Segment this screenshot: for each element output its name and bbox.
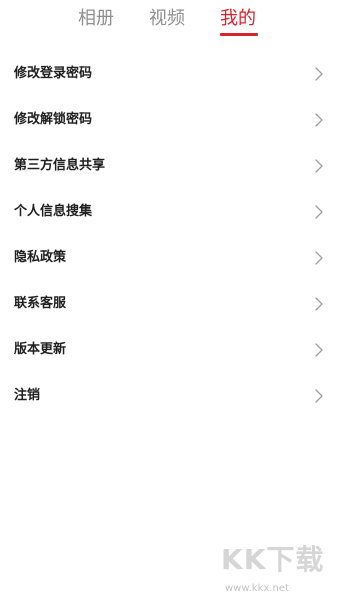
menu-item-personal-info-collection[interactable]: 个人信息搜集 bbox=[0, 189, 337, 235]
settings-menu-list: 修改登录密码 修改解锁密码 第三方信息共享 个人信息搜集 隐私政策 联系客服 版… bbox=[0, 51, 337, 419]
menu-item-label: 第三方信息共享 bbox=[14, 158, 106, 173]
chevron-right-icon bbox=[315, 389, 323, 403]
watermark: KK下载 www.kkx.net bbox=[221, 541, 337, 600]
menu-item-third-party-sharing[interactable]: 第三方信息共享 bbox=[0, 143, 337, 189]
chevron-right-icon bbox=[315, 159, 323, 173]
tab-video[interactable]: 视频 bbox=[149, 6, 185, 32]
menu-item-version-update[interactable]: 版本更新 bbox=[0, 327, 337, 373]
chevron-right-icon bbox=[315, 343, 323, 357]
menu-item-label: 个人信息搜集 bbox=[14, 204, 93, 219]
top-tab-bar: 相册 视频 我的 bbox=[0, 0, 337, 40]
menu-item-change-unlock-password[interactable]: 修改解锁密码 bbox=[0, 97, 337, 143]
tab-album[interactable]: 相册 bbox=[78, 6, 114, 32]
menu-item-label: 修改登录密码 bbox=[14, 66, 93, 81]
watermark-url: www.kkx.net bbox=[225, 583, 289, 594]
menu-item-label: 联系客服 bbox=[14, 296, 67, 311]
chevron-right-icon bbox=[315, 251, 323, 265]
menu-item-change-login-password[interactable]: 修改登录密码 bbox=[0, 51, 337, 97]
menu-item-deregister[interactable]: 注销 bbox=[0, 373, 337, 419]
menu-item-label: 版本更新 bbox=[14, 342, 67, 357]
chevron-right-icon bbox=[315, 297, 323, 311]
menu-item-label: 隐私政策 bbox=[14, 250, 67, 265]
chevron-right-icon bbox=[315, 67, 323, 81]
menu-item-label: 注销 bbox=[14, 388, 41, 403]
menu-item-contact-support[interactable]: 联系客服 bbox=[0, 281, 337, 327]
active-tab-indicator bbox=[220, 33, 258, 36]
menu-item-privacy-policy[interactable]: 隐私政策 bbox=[0, 235, 337, 281]
watermark-logo: KK下载 bbox=[221, 543, 325, 576]
chevron-right-icon bbox=[315, 205, 323, 219]
menu-item-label: 修改解锁密码 bbox=[14, 112, 93, 127]
tab-mine[interactable]: 我的 bbox=[220, 6, 256, 32]
chevron-right-icon bbox=[315, 113, 323, 127]
